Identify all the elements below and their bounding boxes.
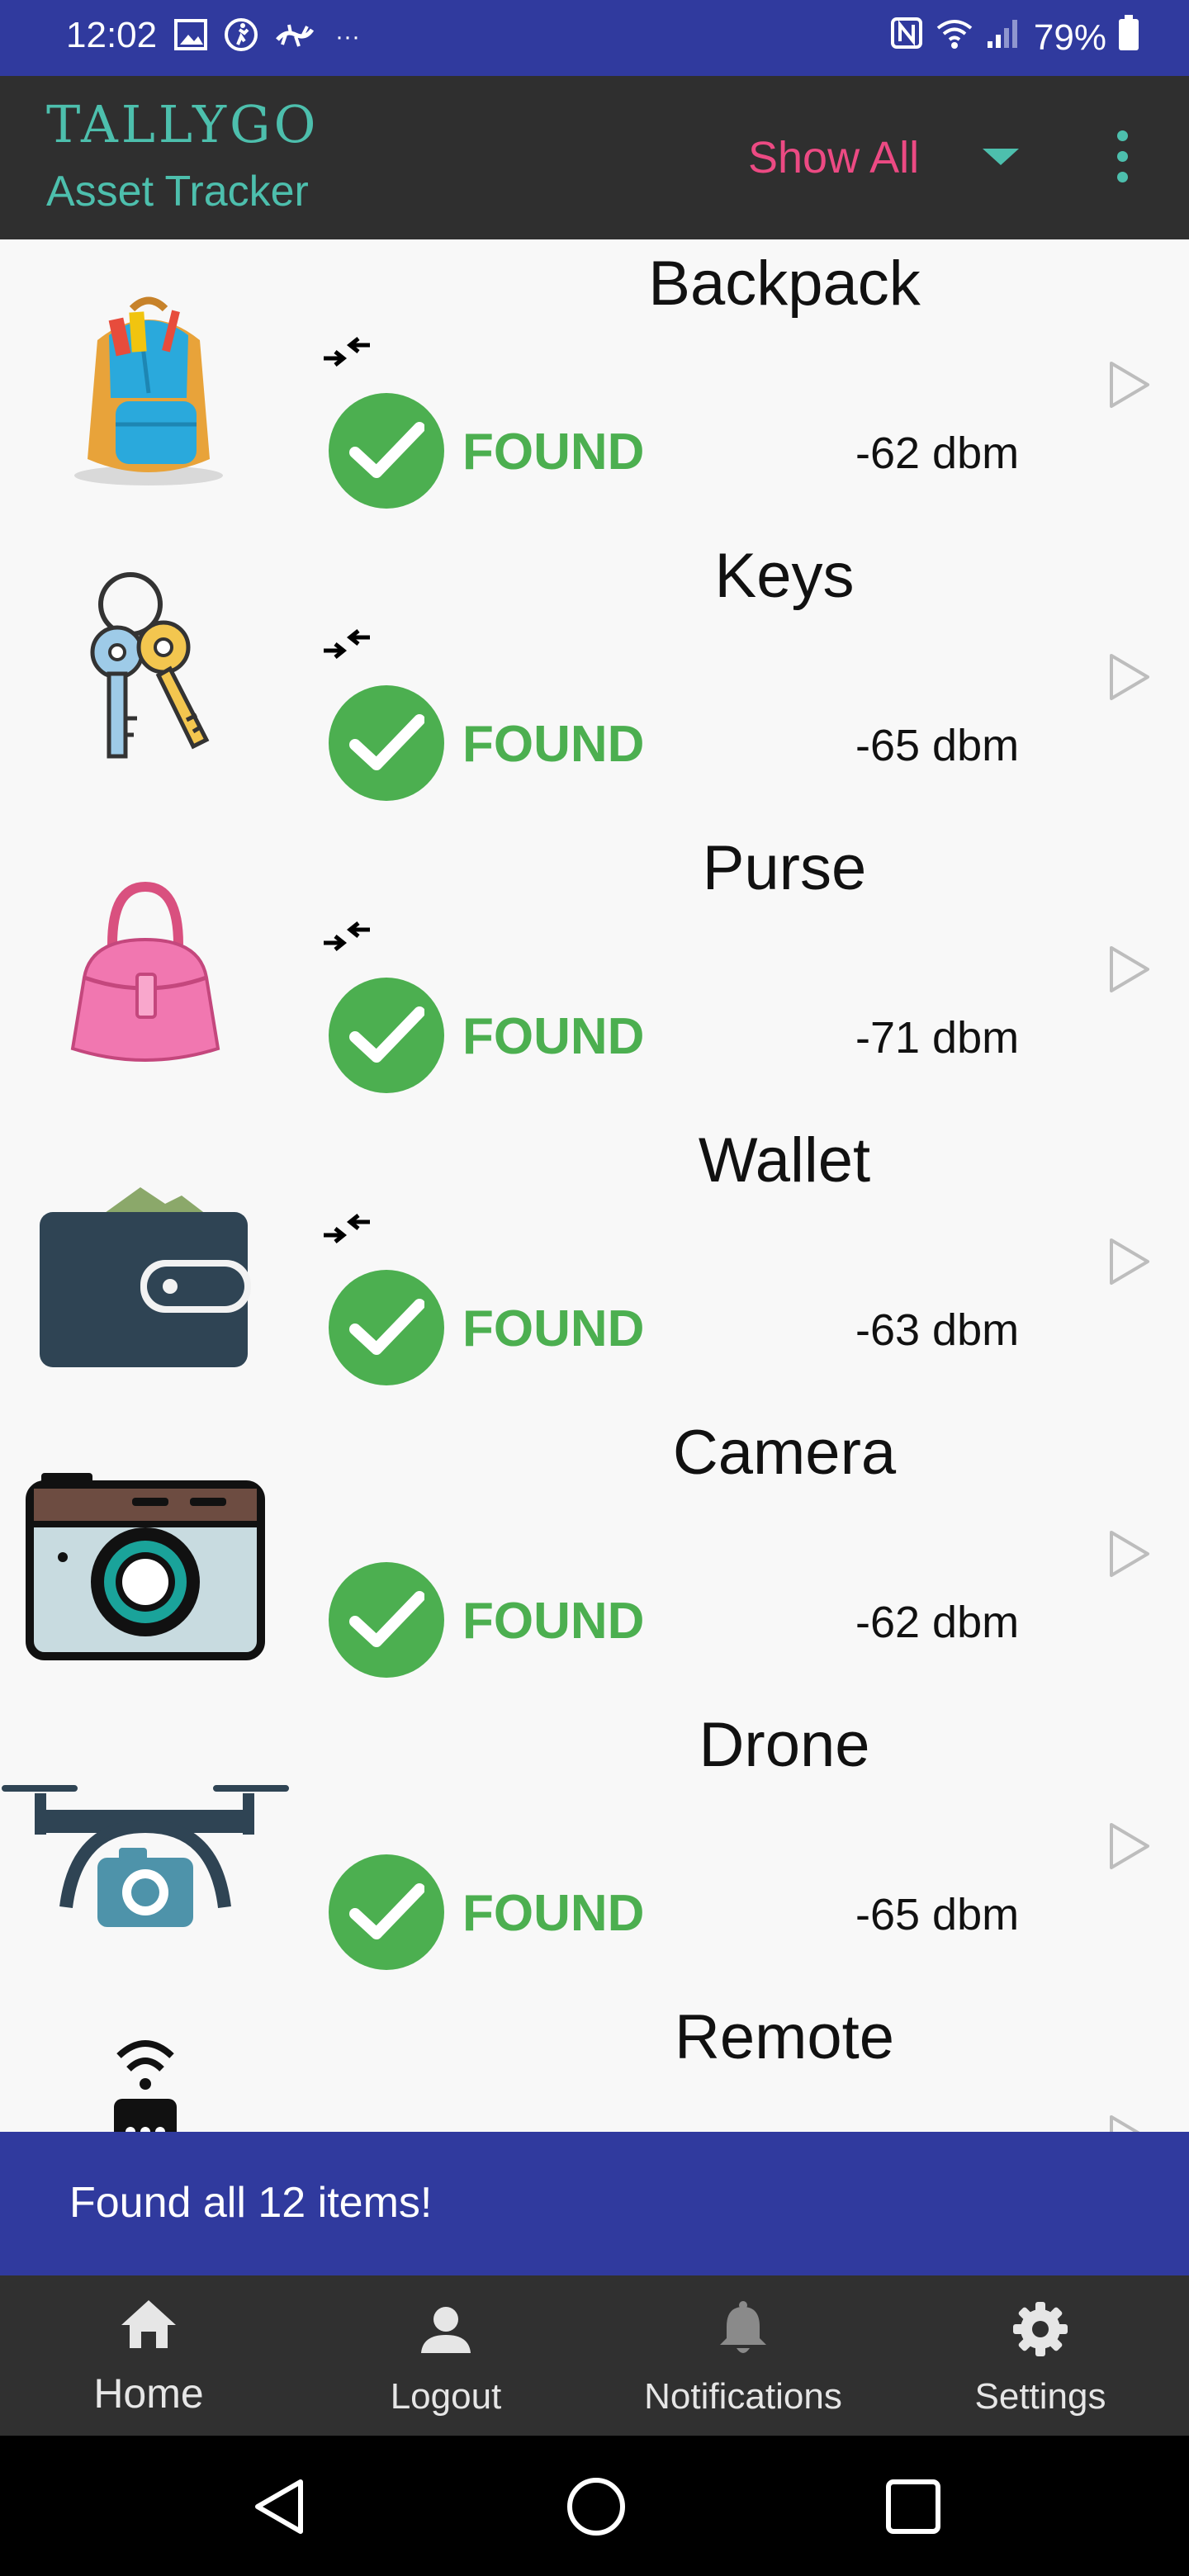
wallet-icon (17, 1146, 272, 1385)
nav-settings-label: Settings (974, 2376, 1106, 2417)
found-check-icon (329, 393, 444, 509)
nearby-arrows-icon (322, 627, 372, 665)
item-name: Camera (672, 1418, 897, 1488)
item-name: Remote (674, 2002, 895, 2072)
play-icon[interactable] (1106, 1235, 1153, 1292)
nav-logout-label: Logout (390, 2376, 502, 2417)
backpack-icon (17, 269, 272, 509)
play-icon[interactable] (1106, 358, 1153, 415)
nearby-arrows-icon (322, 1212, 372, 1249)
signal-strength: -65 dbm (855, 721, 1020, 770)
item-name: Purse (702, 833, 867, 903)
nav-home-label: Home (93, 2370, 204, 2417)
overflow-menu-icon[interactable] (1115, 130, 1131, 188)
nearby-arrows-icon (322, 920, 372, 957)
list-item[interactable]: Purse FOUND -71 dbm (0, 824, 1189, 1119)
snackbar: Found all 12 items! (0, 2132, 1189, 2275)
nav-notifications[interactable]: Notifications (594, 2275, 892, 2436)
status-label: FOUND (462, 1885, 645, 1942)
found-check-icon (329, 685, 444, 801)
found-check-icon (329, 1562, 444, 1678)
snackbar-message: Found all 12 items! (69, 2179, 433, 2227)
status-time: 12:02 (66, 15, 158, 55)
gallery-icon (173, 18, 208, 55)
nav-notifications-label: Notifications (644, 2376, 842, 2417)
signal-strength: -62 dbm (855, 1598, 1020, 1647)
nav-home[interactable]: Home (0, 2275, 297, 2436)
person-icon (297, 2305, 594, 2359)
signal-strength: -63 dbm (855, 1305, 1020, 1355)
status-bar: 12:02 ··· 79% (0, 0, 1189, 76)
status-label: FOUND (462, 1008, 645, 1065)
signal-strength: -65 dbm (855, 1890, 1020, 1939)
bottom-nav: Home Logout Notifications Settings (0, 2275, 1189, 2436)
home-circle-icon[interactable] (566, 2477, 626, 2540)
play-icon[interactable] (1106, 943, 1153, 1000)
item-name: Drone (699, 1710, 870, 1780)
found-check-icon (329, 1270, 444, 1385)
keys-icon (17, 561, 272, 801)
list-item[interactable]: Keys FOUND -65 dbm (0, 532, 1189, 826)
dropdown-arrow-icon[interactable] (983, 149, 1019, 165)
camera-icon (17, 1438, 272, 1678)
play-icon[interactable] (1106, 651, 1153, 708)
list-item[interactable]: Drone FOUND -65 dbm (0, 1701, 1189, 1996)
recents-icon[interactable] (885, 2479, 941, 2539)
signal-strength: -71 dbm (855, 1013, 1020, 1063)
nfc-icon (890, 17, 923, 59)
wifi-icon (935, 17, 974, 59)
lizard-icon (274, 18, 315, 55)
remote-icon (17, 2023, 272, 2132)
nav-logout[interactable]: Logout (297, 2275, 594, 2436)
item-name: Keys (714, 541, 855, 611)
more-notifications-icon: ··· (335, 22, 360, 50)
drone-icon (0, 1731, 289, 1970)
brand-logo: TALLYGO (46, 94, 320, 154)
list-item[interactable]: Backpack FOUND -62 dbm (0, 239, 1189, 534)
play-icon[interactable] (1106, 1820, 1153, 1877)
found-check-icon (329, 978, 444, 1093)
app-subtitle: Asset Tracker (46, 168, 309, 215)
signal-strength: -62 dbm (855, 429, 1020, 478)
item-name: Backpack (648, 249, 921, 319)
battery-icon (1118, 15, 1139, 60)
gear-icon (892, 2300, 1189, 2362)
status-label: FOUND (462, 716, 645, 773)
nearby-arrows-icon (322, 335, 372, 372)
list-item[interactable]: Camera FOUND -62 dbm (0, 1409, 1189, 1703)
play-icon[interactable] (1106, 2112, 1153, 2132)
filter-dropdown[interactable]: Show All (748, 132, 919, 183)
battery-percent: 79% (1033, 17, 1106, 58)
status-label: FOUND (462, 1300, 645, 1357)
list-item[interactable]: Wallet FOUND -63 dbm (0, 1116, 1189, 1411)
bell-icon (594, 2300, 892, 2361)
status-label: FOUND (462, 424, 645, 481)
status-label: FOUND (462, 1593, 645, 1650)
nav-settings[interactable]: Settings (892, 2275, 1189, 2436)
list-item[interactable]: Remote (0, 1993, 1189, 2132)
item-list[interactable]: Backpack FOUND -62 dbm Keys FOUND -65 db… (0, 239, 1189, 2132)
home-icon (0, 2299, 297, 2354)
activity-icon (223, 17, 259, 57)
back-icon[interactable] (251, 2477, 309, 2540)
system-nav-bar (0, 2436, 1189, 2576)
play-icon[interactable] (1106, 1527, 1153, 1584)
purse-icon (17, 854, 272, 1093)
item-name: Wallet (698, 1125, 871, 1196)
found-check-icon (329, 1854, 444, 1970)
signal-icon (986, 17, 1022, 59)
app-bar: TALLYGO Asset Tracker Show All (0, 76, 1189, 239)
